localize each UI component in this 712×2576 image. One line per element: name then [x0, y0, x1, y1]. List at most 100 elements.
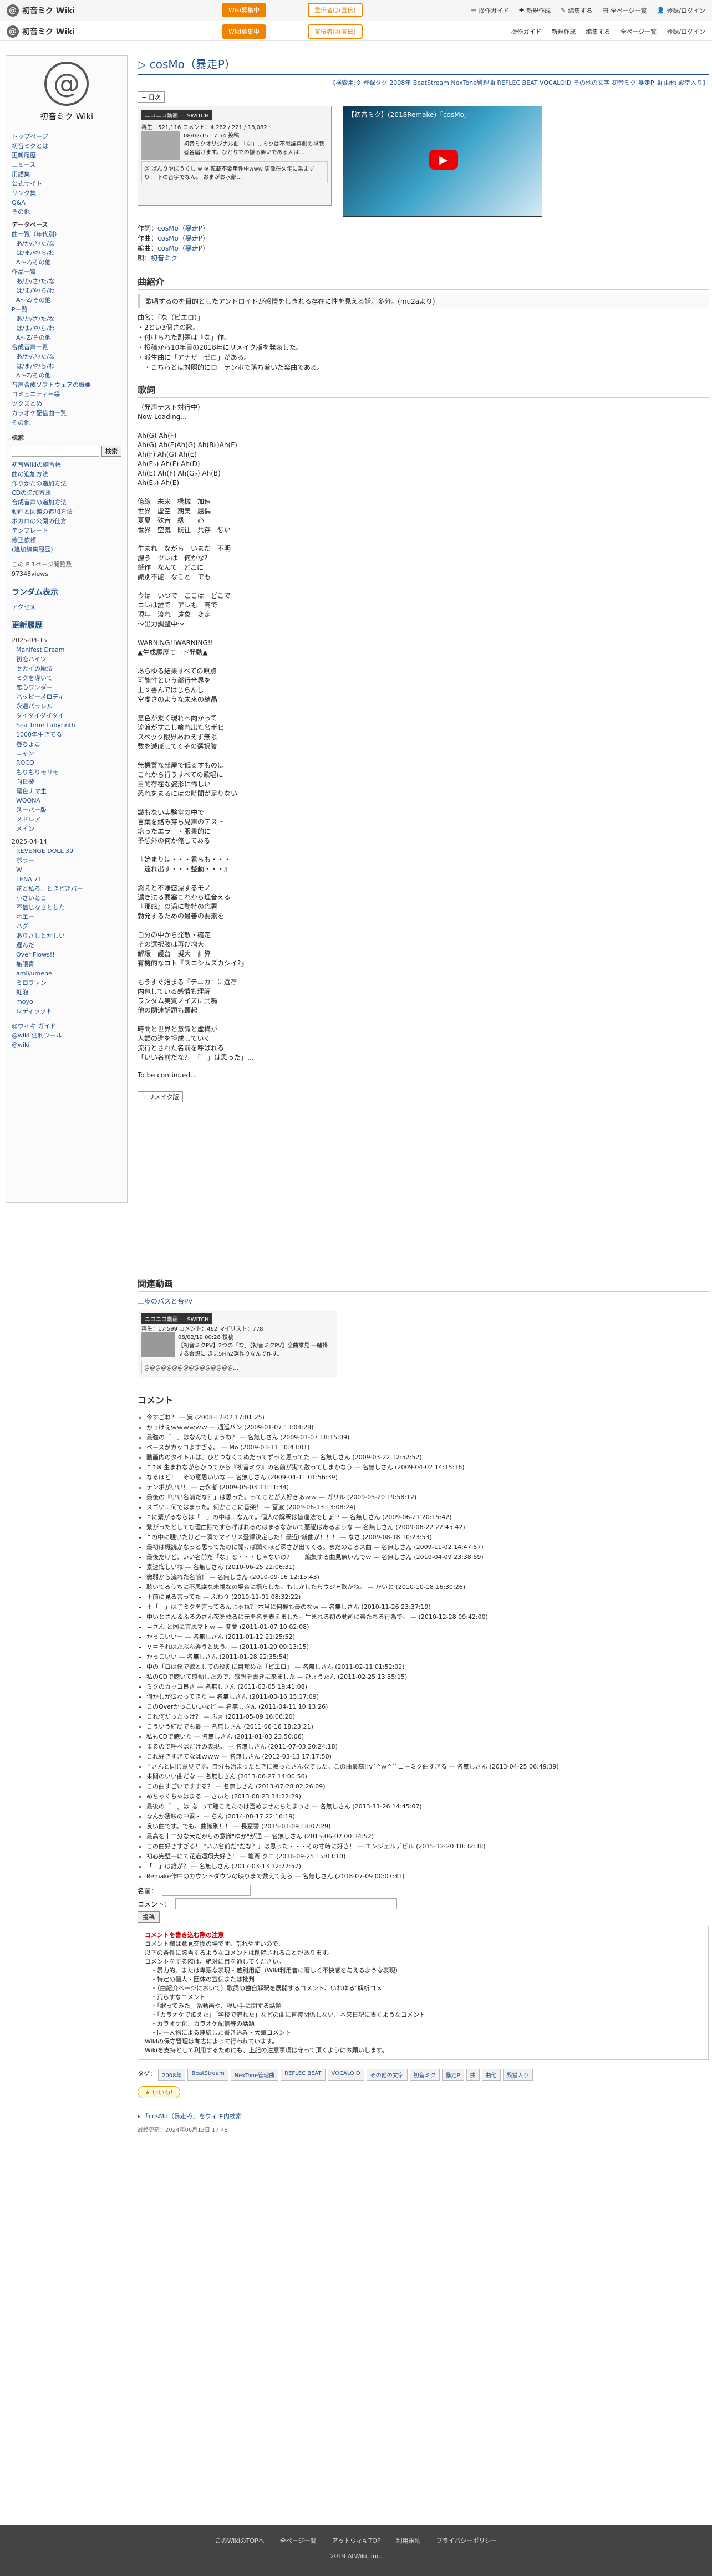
nav-login-2[interactable]: 登録/ログイン [667, 27, 705, 36]
nav-new[interactable]: ✚ 新規作成 [519, 6, 551, 15]
sidebar-db-item[interactable]: 曲一覧（年代別） [12, 229, 121, 239]
tag-chip[interactable]: BeatStream [187, 2069, 228, 2081]
sidebar-db-item[interactable]: その他 [12, 418, 121, 427]
update-item[interactable]: ハッピーメロディ [12, 692, 121, 702]
tag-chip[interactable]: 初音ミク [409, 2069, 440, 2081]
update-item[interactable]: セカイの魔法 [12, 664, 121, 673]
name-input[interactable] [162, 1885, 251, 1896]
footer-link[interactable]: 利用規約 [396, 2536, 421, 2545]
sidebar-menu-item[interactable]: 公式サイト [12, 179, 121, 188]
sidebar-db-item[interactable]: は/ま/や/ら/わ [12, 248, 121, 258]
update-item[interactable]: スーパー版 [12, 805, 121, 815]
sidebar-db-item[interactable]: 合成音声一覧 [12, 343, 121, 352]
tag-chip[interactable]: REFLEC BEAT [281, 2069, 326, 2081]
ad-button-2[interactable]: 宣伝者は(宣伝) [308, 24, 363, 39]
tag-chip[interactable]: その他の文字 [366, 2069, 408, 2081]
update-item[interactable]: 恋心ワンダー [12, 683, 121, 692]
share-link[interactable]: ▸ 「cosMo（暴走P）」をウィキ内検索 [138, 2112, 709, 2120]
wiki-logo-icon[interactable]: @ [44, 62, 89, 106]
site-brand-2[interactable]: @ 初音ミク Wiki [7, 25, 75, 38]
sidebar-help-item[interactable]: 動画と図鑑の追加方法 [12, 507, 121, 517]
sidebar-bottom-item[interactable]: @ウィキ ガイド [12, 1021, 121, 1031]
remake-toggle[interactable]: + リメイク版 [138, 1091, 183, 1102]
update-item[interactable]: W [12, 865, 121, 875]
update-item[interactable]: REVENGE DOLL 39 [12, 846, 121, 856]
credit-value[interactable]: cosMo（暴走P） [157, 234, 209, 242]
sidebar-help-item[interactable]: 合成音声の追加方法 [12, 498, 121, 507]
footer-link[interactable]: プライバシーポリシー [436, 2536, 497, 2545]
tag-chip[interactable]: 暴走P [441, 2069, 464, 2081]
related-link[interactable]: 三歩のバスと台PV [138, 1296, 709, 1306]
sidebar-help-item[interactable]: (追加編集履歴) [12, 545, 121, 554]
tag-chip[interactable]: 殿堂入り [502, 2069, 533, 2081]
credit-value[interactable]: cosMo（暴走P） [157, 244, 209, 252]
update-item[interactable]: 霞色ナマ生 [12, 786, 121, 796]
sidebar-help-item[interactable]: 作りかたの追加方法 [12, 479, 121, 488]
sidebar-bottom-item[interactable]: @wiki [12, 1040, 121, 1050]
footer-link[interactable]: 全ページ一覧 [280, 2536, 317, 2545]
update-item[interactable]: もりもりモリモ [12, 768, 121, 777]
update-item[interactable]: 初恋ハイツ [12, 655, 121, 664]
sidebar-help-item[interactable]: CDの追加方法 [12, 488, 121, 498]
tag-chip[interactable]: VOCALOID [327, 2069, 364, 2081]
toc-button[interactable]: + 目次 [138, 91, 165, 103]
sidebar-db-item[interactable]: あ/か/さ/た/な [12, 239, 121, 248]
footer-link[interactable]: このWikiのTOPへ [215, 2536, 265, 2545]
nav-edit-2[interactable]: 編集する [586, 27, 611, 36]
sidebar-help-item[interactable]: 修正依頼 [12, 535, 121, 545]
sidebar-help-item[interactable]: ボカロの公開の仕方 [12, 517, 121, 526]
nav-pages-2[interactable]: 全ページ一覧 [621, 27, 657, 36]
related-thumbnail[interactable] [141, 1332, 175, 1357]
search-button[interactable]: 検索 [101, 446, 121, 457]
update-item[interactable]: Over Flows!! [12, 950, 121, 959]
credit-value[interactable]: 初音ミク [151, 254, 177, 262]
update-item[interactable]: 無限青 [12, 959, 121, 969]
update-item[interactable]: 遅んだ [12, 941, 121, 950]
sidebar-db-item[interactable]: あ/か/さ/た/な [12, 277, 121, 286]
sidebar-menu-item[interactable]: リンク集 [12, 188, 121, 198]
wiki-recruit-button-2[interactable]: Wiki募集中 [222, 24, 267, 39]
sidebar-db-item[interactable]: P一覧 [12, 305, 121, 314]
update-item[interactable]: 向日葵 [12, 777, 121, 786]
niconico-player[interactable]: ニコニコ動画 — SWITCH 再生：521,116 コメント：4,262 / … [138, 106, 332, 206]
sidebar-db-item[interactable]: ツクまとめ [12, 399, 121, 408]
update-item[interactable]: LENA 71 [12, 875, 121, 884]
wiki-recruit-button[interactable]: Wiki募集中 [222, 3, 267, 17]
update-item[interactable]: ROCO [12, 758, 121, 768]
nav-edit[interactable]: ✎ 編集する [561, 6, 592, 15]
update-item[interactable]: amikumene [12, 969, 121, 978]
like-button[interactable]: ★ いいね! [138, 2086, 180, 2098]
sidebar-menu-item[interactable]: その他 [12, 207, 121, 217]
ad-button[interactable]: 宣伝者は(宣伝) [308, 3, 363, 17]
sidebar-help-item[interactable]: 初音Wikiの練習帳 [12, 460, 121, 469]
sidebar-db-item[interactable]: あ/か/さ/た/な [12, 314, 121, 324]
sidebar-db-item[interactable]: A〜Z/その他 [12, 333, 121, 343]
update-item[interactable]: 小さいとこ [12, 893, 121, 903]
footer-link[interactable]: アットウィキTOP [332, 2536, 381, 2545]
sidebar-db-item[interactable]: A〜Z/その他 [12, 258, 121, 267]
update-item[interactable]: ミクを導いて [12, 673, 121, 683]
sidebar-db-item[interactable]: は/ま/や/ら/わ [12, 361, 121, 371]
nico-thumbnail[interactable] [141, 131, 180, 160]
nav-guide[interactable]: ☰ 操作ガイド [471, 6, 509, 15]
update-item[interactable]: ニャン [12, 749, 121, 758]
sidebar-db-item[interactable]: カラオケ配信曲一覧 [12, 408, 121, 418]
nav-new-2[interactable]: 新規作成 [552, 27, 576, 36]
related-player[interactable]: ニコニコ動画 — SWITCH 再生：17,599 コメント：462 マイリスト… [138, 1310, 337, 1378]
update-item[interactable]: 春ちょこ [12, 739, 121, 749]
update-item[interactable]: WOONA [12, 796, 121, 805]
sidebar-db-item[interactable]: は/ま/や/ら/わ [12, 286, 121, 295]
update-item[interactable]: 1000年生きてる [12, 730, 121, 739]
update-item[interactable]: レディラット [12, 1006, 121, 1016]
sidebar-menu-item[interactable]: 初音ミクとは [12, 141, 121, 151]
nav-pages[interactable]: ▤ 全ページ一覧 [602, 6, 647, 15]
sidebar-db-item[interactable]: あ/か/さ/た/な [12, 352, 121, 361]
sidebar-menu-item[interactable]: ニュース [12, 160, 121, 170]
tag-chip[interactable]: 2008年 [158, 2069, 186, 2081]
sidebar-help-item[interactable]: 曲の追加方法 [12, 469, 121, 479]
site-brand[interactable]: @ 初音ミク Wiki [7, 4, 75, 17]
sidebar-help-item[interactable]: テンプレート [12, 526, 121, 535]
update-item[interactable]: Sea Time Labyrinth [12, 720, 121, 730]
nav-guide-2[interactable]: 操作ガイド [511, 27, 542, 36]
nav-login[interactable]: 👤 登録/ログイン [657, 6, 705, 15]
